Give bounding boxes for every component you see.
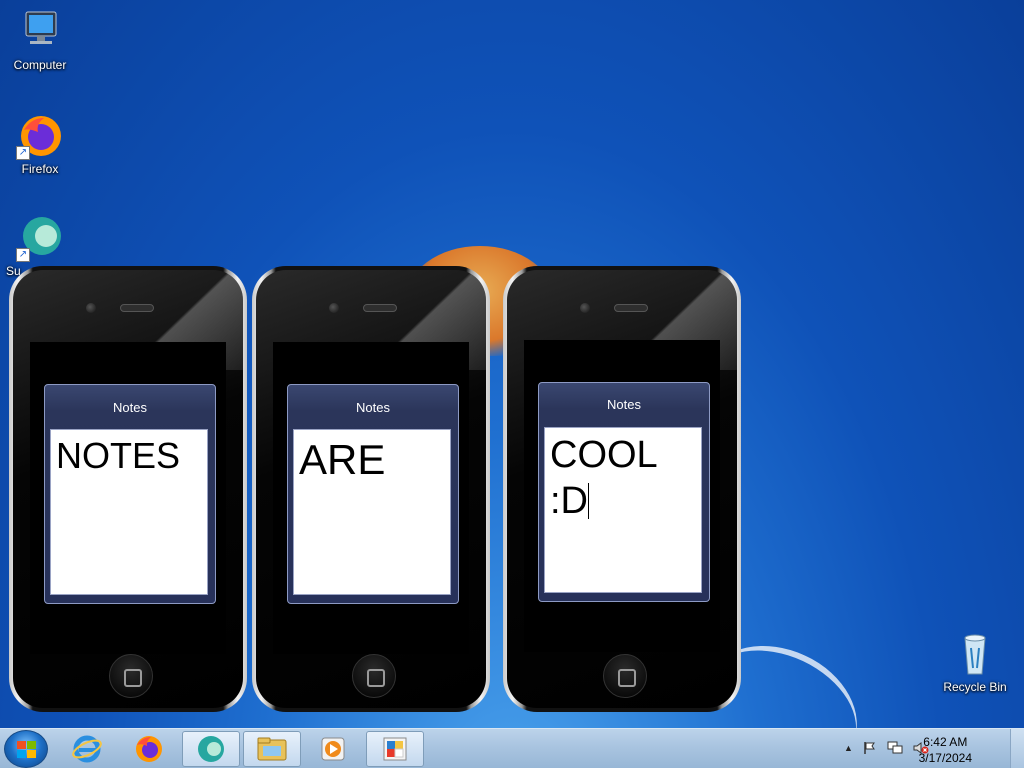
desktop-icon-recycle-bin[interactable]: Recycle Bin [937,630,1013,694]
desktop-icon-computer[interactable]: Computer [2,8,78,72]
widget-title: Notes [356,400,390,415]
app-icon [198,736,224,762]
taskbar-internet-explorer[interactable] [58,731,116,767]
recycle-bin-icon [951,630,999,678]
gadgets-icon [383,737,407,761]
taskbar-app-active[interactable] [182,731,240,767]
note-text-area[interactable]: NOTES [50,429,208,595]
app-icon: ↗ [16,214,64,262]
taskbar: ▲ 6:42 AM 3/17/2024 [0,728,1024,768]
widget-title: Notes [607,397,641,412]
taskbar-clock[interactable]: 6:42 AM 3/17/2024 [919,734,972,766]
system-tray: ▲ 6:42 AM 3/17/2024 [834,729,1024,768]
note-text-area[interactable]: COOL :D [544,427,702,593]
phone-frame: Notes NOTES [13,270,243,708]
notes-gadget-1[interactable]: Notes NOTES [9,266,247,712]
note-text-area[interactable]: ARE [293,429,451,595]
show-hidden-icons-arrow-icon[interactable]: ▲ [844,741,853,755]
widget-title: Notes [113,400,147,415]
clock-time: 6:42 AM [923,735,968,749]
note-text: COOL :D [550,434,658,522]
computer-icon [16,8,64,56]
desktop-icon-label: Firefox [21,162,59,176]
taskbar-file-explorer[interactable] [243,731,301,767]
show-desktop-button[interactable] [1010,729,1024,768]
home-button[interactable] [109,654,153,698]
folder-icon [257,737,287,761]
firefox-icon: ↗ [16,112,64,160]
home-button[interactable] [603,654,647,698]
action-center-flag-icon[interactable] [863,741,877,755]
text-cursor [588,483,589,519]
home-button[interactable] [352,654,396,698]
taskbar-gadgets[interactable] [366,731,424,767]
notes-gadget-3[interactable]: Notes COOL :D [503,266,741,712]
clock-date: 3/17/2024 [918,751,972,765]
network-icon[interactable] [887,741,903,755]
speaker-grille [120,304,154,312]
phone-screen: Notes NOTES [30,342,226,654]
notes-gadget-2[interactable]: Notes ARE [252,266,490,712]
desktop-icon-firefox[interactable]: ↗ Firefox [2,112,78,176]
shortcut-arrow-icon: ↗ [16,248,30,262]
internet-explorer-icon [72,735,102,763]
phone-frame: Notes COOL :D [507,270,737,708]
camera-icon [580,303,590,313]
firefox-icon [136,736,162,762]
speaker-grille [363,304,397,312]
camera-icon [329,303,339,313]
notes-widget: Notes ARE [287,384,459,604]
tray-icons: ▲ [844,741,929,755]
phone-screen: Notes COOL :D [524,340,720,652]
speaker-grille [614,304,648,312]
desktop-icon-label: Computer [13,58,67,72]
notes-widget: Notes COOL :D [538,382,710,602]
notes-widget: Notes NOTES [44,384,216,604]
camera-icon [86,303,96,313]
start-button[interactable] [4,730,48,768]
desktop-icon-label: Recycle Bin [943,680,1007,694]
shortcut-arrow-icon: ↗ [16,146,30,160]
windows-flag-icon [17,741,37,759]
media-player-icon [321,737,345,761]
phone-frame: Notes ARE [256,270,486,708]
taskbar-media-player[interactable] [304,731,362,767]
taskbar-firefox[interactable] [120,731,178,767]
phone-screen: Notes ARE [273,342,469,654]
